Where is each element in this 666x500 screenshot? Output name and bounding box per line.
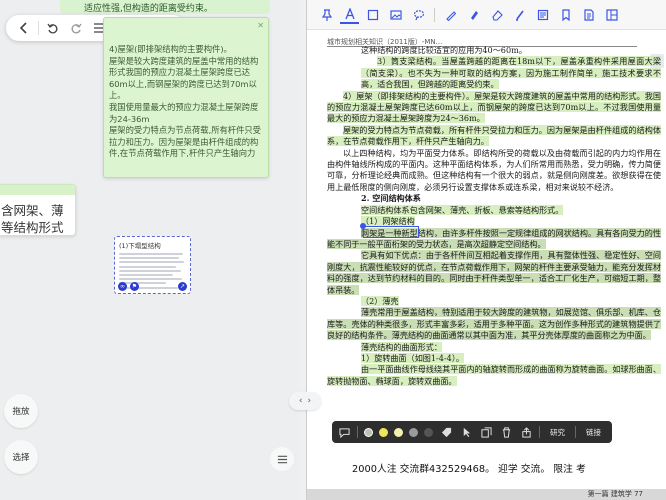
top-note-text: 适应性强,但构造的距离受约束。 [84,4,213,14]
note-header [0,185,75,195]
selection-handle[interactable] [360,223,366,229]
section-heading: 2. 空间结构体系 [361,193,421,204]
color-swatch[interactable] [394,427,403,437]
page-body[interactable]: 这种结构的跨度比较适宜的应用为40～60m。 3）筒支梁结构。当屋盖跨越的距离在… [327,45,661,387]
paragraph: 4）屋架（即排架结构的主要构件）。屋架是较大跨度建筑的屋盖中常用的结构形式。我国… [327,90,661,124]
comment-icon[interactable] [337,425,351,439]
eraser-icon[interactable] [487,5,506,24]
lasso-icon[interactable] [409,5,428,24]
thumbnail-text-lines [119,253,186,289]
layout-icon[interactable] [602,5,621,24]
pen-icon[interactable] [441,5,460,24]
paragraph: 以上四种结构，均为平面受力体系。即结构所受的荷载以及由荷载而引起的内力均作用在由… [327,147,661,192]
color-swatch[interactable] [424,427,433,437]
note-card-truss[interactable]: ✕ 4)屋架(即排架结构的主要构件)。 屋架是较大跨度建筑的屋盖中常用的结构形式… [103,17,269,178]
note-icon[interactable] [533,5,552,24]
hamburger-icon [277,455,287,463]
document-icon[interactable] [579,5,598,24]
menu-divider [575,426,576,438]
paragraph: 1）旋转曲面（如图1-4-4）。 [361,352,464,363]
close-icon[interactable]: ✕ [257,20,264,32]
mindmap-canvas[interactable]: 适应性强,但构造的距离受约束。 ✕ 4)屋架(即排架结构的主要构件)。 屋架是较… [0,0,300,500]
top-note-fragment: 适应性强,但构造的距离受约束。 [60,0,270,14]
chevron-right-icon: › [307,396,312,406]
paragraph: 由一平面曲线作母线绕其平面内的轴旋转而形成的曲面称为旋转曲面。如球形曲面、旋转抛… [327,364,661,386]
paragraph: 这种结构的跨度比较适宜的应用为40～60m。 [361,45,527,55]
paragraph: 3）筒支梁结构。当屋盖跨越的距离在18m以下，屋盖承重构件采用屋面大梁（简支梁）… [361,56,661,90]
paragraph: 它具有如下优点：由于各杆件间互相起着支撑作用，具有整体性强、稳定性好、空间刚度大… [327,250,661,295]
annotation-toolbar [307,0,666,30]
highlight-context-menu: 研究 链接 [332,421,612,443]
menu-button[interactable] [270,447,294,471]
delete-icon[interactable] [499,425,513,439]
color-swatch[interactable] [409,427,418,437]
note-line: 等结构形式 [1,220,64,235]
drag-button[interactable]: 拖放 [4,394,38,428]
note-line: 屋架的受力特点为节点荷载,所有杆件只受拉力和压力。因为屋架是由杆件组成的构件,在… [109,125,261,159]
paragraph: 空间结构体系包含网架、薄壳、折板、悬索等结构形式。 [361,204,564,215]
toolbar-divider [37,21,39,35]
chevron-left-icon: ‹ [298,396,303,406]
thumbnail-title: (1)下塌型结构 [119,242,161,250]
paragraph: 屋架的受力特点为节点荷载，所有杆件只受拉力和压力。因为屋架是由杆件组成的结构体系… [327,124,661,147]
chevron-left-icon[interactable] [15,19,33,37]
undo-icon[interactable] [44,19,62,37]
note-line: 4)屋架(即排架结构的主要构件)。 [109,44,232,54]
menu-divider [539,426,540,438]
note-card-spatial[interactable]: 含网架、薄 等结构形式 [0,184,76,236]
pdf-viewer[interactable]: 城市规划相关知识（2011版）-MN... 1 这种结构的跨度比较适宜的应用为4… [306,0,666,500]
subheading: （2）薄壳 [361,295,399,306]
drag-label: 拖放 [12,407,30,417]
redo-icon[interactable] [67,19,85,37]
note-line: 屋架是较大跨度建筑的屋盖中常用的结构形式我国的预应力混凝土屋架跨度已达60m以上… [109,55,259,101]
page-footer-line: 2000人注 交流群432529468。 迎学 交流。 限注 考 [352,464,586,475]
box-select-icon[interactable] [363,5,382,24]
note-line: 我国使用量最大的预应力混凝土屋架跨度为24-36m [109,101,259,124]
research-button[interactable]: 研究 [546,427,569,438]
menu-divider [357,426,358,438]
select-button[interactable]: 选择 [4,440,38,474]
split-view-toggle[interactable]: ‹ › [289,392,321,410]
page-thumbnail-card[interactable]: (1)下塌型结构 ∞ ⚑ ↗ [114,236,191,294]
toolbar-divider [434,7,435,22]
paragraph: 薄壳结构的曲面形式： [361,341,442,352]
next-page-strip: 第一篇 建筑学 77 [307,489,666,500]
cursor-icon[interactable] [459,425,473,439]
image-icon[interactable] [386,5,405,24]
paragraph: 薄壳常用于屋盖结构，特别适用于较大跨度的建筑物，如展览馆、俱乐部、机库、仓库等。… [327,307,661,341]
copy-icon[interactable] [479,425,493,439]
link-button[interactable]: 链接 [582,427,605,438]
select-label: 选择 [12,453,30,463]
share-icon[interactable] [519,425,533,439]
tag-icon[interactable] [439,425,453,439]
pin-icon[interactable] [317,5,336,24]
flag-icon[interactable]: ⚑ [130,282,139,291]
color-swatch[interactable] [379,427,388,437]
bookmark-icon[interactable] [556,5,575,24]
link-icon[interactable]: ∞ [118,282,127,291]
color-swatch[interactable] [364,427,373,437]
note-line: 含网架、薄 [1,203,64,218]
text-tool-icon[interactable] [340,5,359,24]
resize-handle-icon[interactable]: ↗ [178,282,187,291]
next-page-header: 第一篇 建筑学 77 [587,490,643,498]
text-selection-box[interactable] [360,223,419,238]
marker-icon[interactable] [510,5,529,24]
highlighter-icon[interactable] [464,5,483,24]
